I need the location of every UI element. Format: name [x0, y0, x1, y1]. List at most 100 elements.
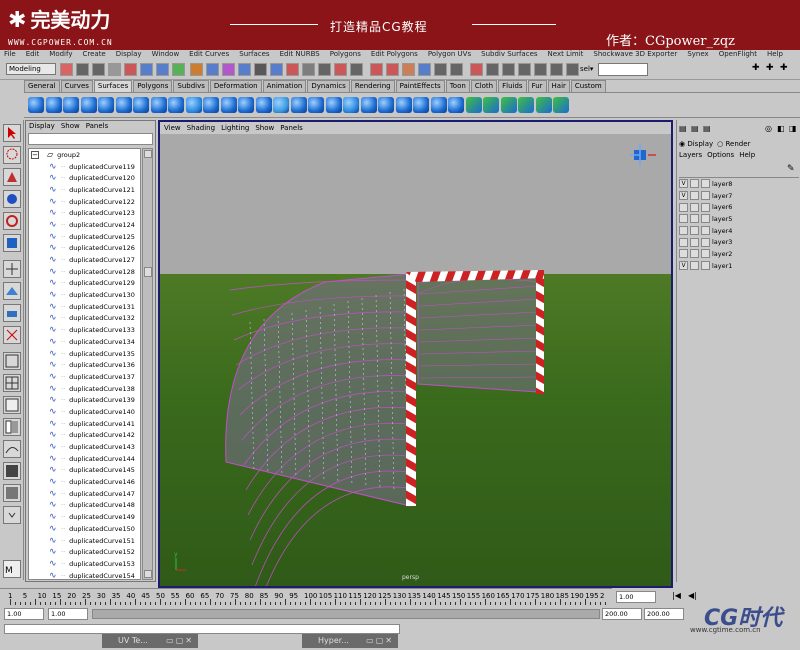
shelf-tool-icon[interactable] [308, 97, 324, 113]
status-button-icon[interactable] [286, 63, 299, 76]
layer-template-toggle[interactable] [690, 202, 699, 212]
list-item[interactable]: ∿ ·· duplicatedCurve135 [29, 348, 140, 360]
list-item[interactable]: ∿ ·· duplicatedCurve149 [29, 511, 140, 523]
list-item[interactable]: ∿ ·· duplicatedCurve152 [29, 546, 140, 558]
shelf-tab-custom[interactable]: Custom [570, 80, 606, 92]
list-item[interactable]: ∿ ·· duplicatedCurve119 [29, 161, 140, 173]
layer-color-swatch[interactable] [701, 237, 710, 247]
menu-item-surfaces[interactable]: Surfaces [239, 50, 269, 60]
layer-row[interactable]: Vlayer8 [679, 178, 799, 190]
layout-button-icon[interactable]: ✚ [766, 63, 774, 73]
end-time-field[interactable]: 200.00 [644, 608, 684, 620]
new-layer-icon[interactable]: ✎ [787, 164, 795, 174]
scroll-down-icon[interactable] [144, 570, 152, 578]
command-input[interactable] [4, 624, 400, 634]
window-controls-icon[interactable]: ▭▢✕ [166, 634, 194, 648]
layer-visibility-toggle[interactable] [679, 202, 688, 212]
menu-item-openflight[interactable]: OpenFlight [719, 50, 757, 60]
shelf-tab-animation[interactable]: Animation [262, 80, 307, 92]
menu-item-edit[interactable]: Edit [26, 50, 40, 60]
selection-mode-label[interactable]: sel▾ [580, 63, 596, 75]
status-button-icon[interactable] [502, 63, 515, 76]
menu-item-shockwave-3d-exporter[interactable]: Shockwave 3D Exporter [593, 50, 677, 60]
render-radio[interactable]: ○ Render [717, 140, 750, 150]
shelf-tool-icon[interactable] [430, 97, 447, 113]
layer-visibility-toggle[interactable] [679, 226, 688, 236]
shelf-tool-icon[interactable] [448, 97, 464, 113]
select-tool-icon[interactable] [3, 124, 21, 142]
rotate-tool-icon[interactable] [3, 212, 21, 230]
layer-template-toggle[interactable] [690, 191, 699, 201]
layer-visibility-toggle[interactable]: V [679, 191, 688, 201]
shelf-tool-icon[interactable] [150, 97, 167, 113]
layer-color-swatch[interactable] [701, 214, 710, 224]
status-button-icon[interactable] [206, 63, 219, 76]
shelf-tab-rendering[interactable]: Rendering [350, 80, 395, 92]
layout-button-icon[interactable]: ✚ [752, 63, 760, 73]
shelf-tool-icon[interactable] [483, 97, 499, 113]
layout-single-icon[interactable] [3, 326, 21, 344]
move-tool-icon[interactable] [3, 190, 21, 208]
selection-input[interactable] [598, 63, 648, 76]
step-back-icon[interactable]: ◀| [688, 591, 697, 600]
status-button-icon[interactable] [450, 63, 463, 76]
list-item[interactable]: ∿ ·· duplicatedCurve126 [29, 243, 140, 255]
shelf-tool-icon[interactable] [133, 97, 149, 113]
collapse-icon[interactable]: − [31, 150, 39, 159]
outliner-menu-display[interactable]: Display [29, 121, 55, 132]
playback-end-field[interactable]: 200.00 [602, 608, 642, 620]
list-item[interactable]: ∿ ·· duplicatedCurve144 [29, 453, 140, 465]
playback-start-field[interactable]: 1.00 [48, 608, 88, 620]
status-button-icon[interactable] [270, 63, 283, 76]
layer-color-swatch[interactable] [701, 202, 710, 212]
status-button-icon[interactable] [60, 63, 73, 76]
perspective-viewport[interactable]: View Shading Lighting Show Panels y pers… [158, 120, 673, 588]
layer-visibility-toggle[interactable] [679, 214, 688, 224]
layer-color-swatch[interactable] [701, 226, 710, 236]
layer-template-toggle[interactable] [690, 226, 699, 236]
status-button-icon[interactable] [370, 63, 383, 76]
shelf-tab-surfaces[interactable]: Surfaces [93, 80, 133, 92]
menu-item-help[interactable]: Help [767, 50, 783, 60]
status-button-icon[interactable] [140, 63, 153, 76]
range-bar-track[interactable] [92, 609, 600, 619]
layer-visibility-toggle[interactable]: V [679, 261, 688, 271]
scroll-up-icon[interactable] [144, 150, 152, 158]
shelf-tab-polygons[interactable]: Polygons [133, 80, 173, 92]
scroll-thumb[interactable] [144, 267, 152, 277]
shelf-tool-icon[interactable] [45, 97, 62, 113]
status-button-icon[interactable] [470, 63, 483, 76]
list-item[interactable]: ∿ ·· duplicatedCurve140 [29, 406, 140, 418]
menu-item-edit-nurbs[interactable]: Edit NURBS [280, 50, 320, 60]
list-item[interactable]: ∿ ·· duplicatedCurve138 [29, 383, 140, 395]
list-item[interactable]: ∿ ·· duplicatedCurve142 [29, 430, 140, 442]
shelf-tool-icon[interactable] [168, 97, 184, 113]
menu-item-polygons[interactable]: Polygons [330, 50, 361, 60]
start-time-field[interactable]: 1.00 [4, 608, 44, 620]
shelf-tab-cloth[interactable]: Cloth [470, 80, 498, 92]
list-item[interactable]: ∿ ·· duplicatedCurve148 [29, 500, 140, 512]
layout-hypergraph-icon[interactable] [3, 462, 21, 480]
status-button-icon[interactable] [76, 63, 89, 76]
list-item[interactable]: ∿ ·· duplicatedCurve134 [29, 336, 140, 348]
layout-dope-icon[interactable] [3, 484, 21, 502]
shelf-tool-icon[interactable] [80, 97, 97, 113]
layer-menu-help[interactable]: Help [739, 151, 755, 161]
shelf-tool-icon[interactable] [98, 97, 114, 113]
list-item[interactable]: ∿ ·· duplicatedCurve154 [29, 570, 140, 579]
status-button-icon[interactable] [350, 63, 363, 76]
shelf-tool-icon[interactable] [290, 97, 307, 113]
shelf-tab-curves[interactable]: Curves [60, 80, 93, 92]
shelf-tool-icon[interactable] [535, 97, 552, 113]
shelf-tool-icon[interactable] [395, 97, 412, 113]
soccer-goal-scene[interactable]: y [160, 122, 671, 586]
time-slider[interactable]: 1 5 10 15 20 25 30 35 40 45 50 55 60 65 70 75 80 85 90 95 10… [0, 588, 612, 606]
status-button-icon[interactable] [418, 63, 431, 76]
status-button-icon[interactable] [190, 63, 203, 76]
outliner-scrollbar[interactable] [142, 148, 153, 580]
view-cube-icon[interactable] [630, 144, 656, 166]
status-button-icon[interactable] [172, 63, 185, 76]
status-button-icon[interactable] [566, 63, 579, 76]
go-start-icon[interactable]: |◀ [672, 591, 681, 600]
list-item[interactable]: ∿ ·· duplicatedCurve123 [29, 207, 140, 219]
